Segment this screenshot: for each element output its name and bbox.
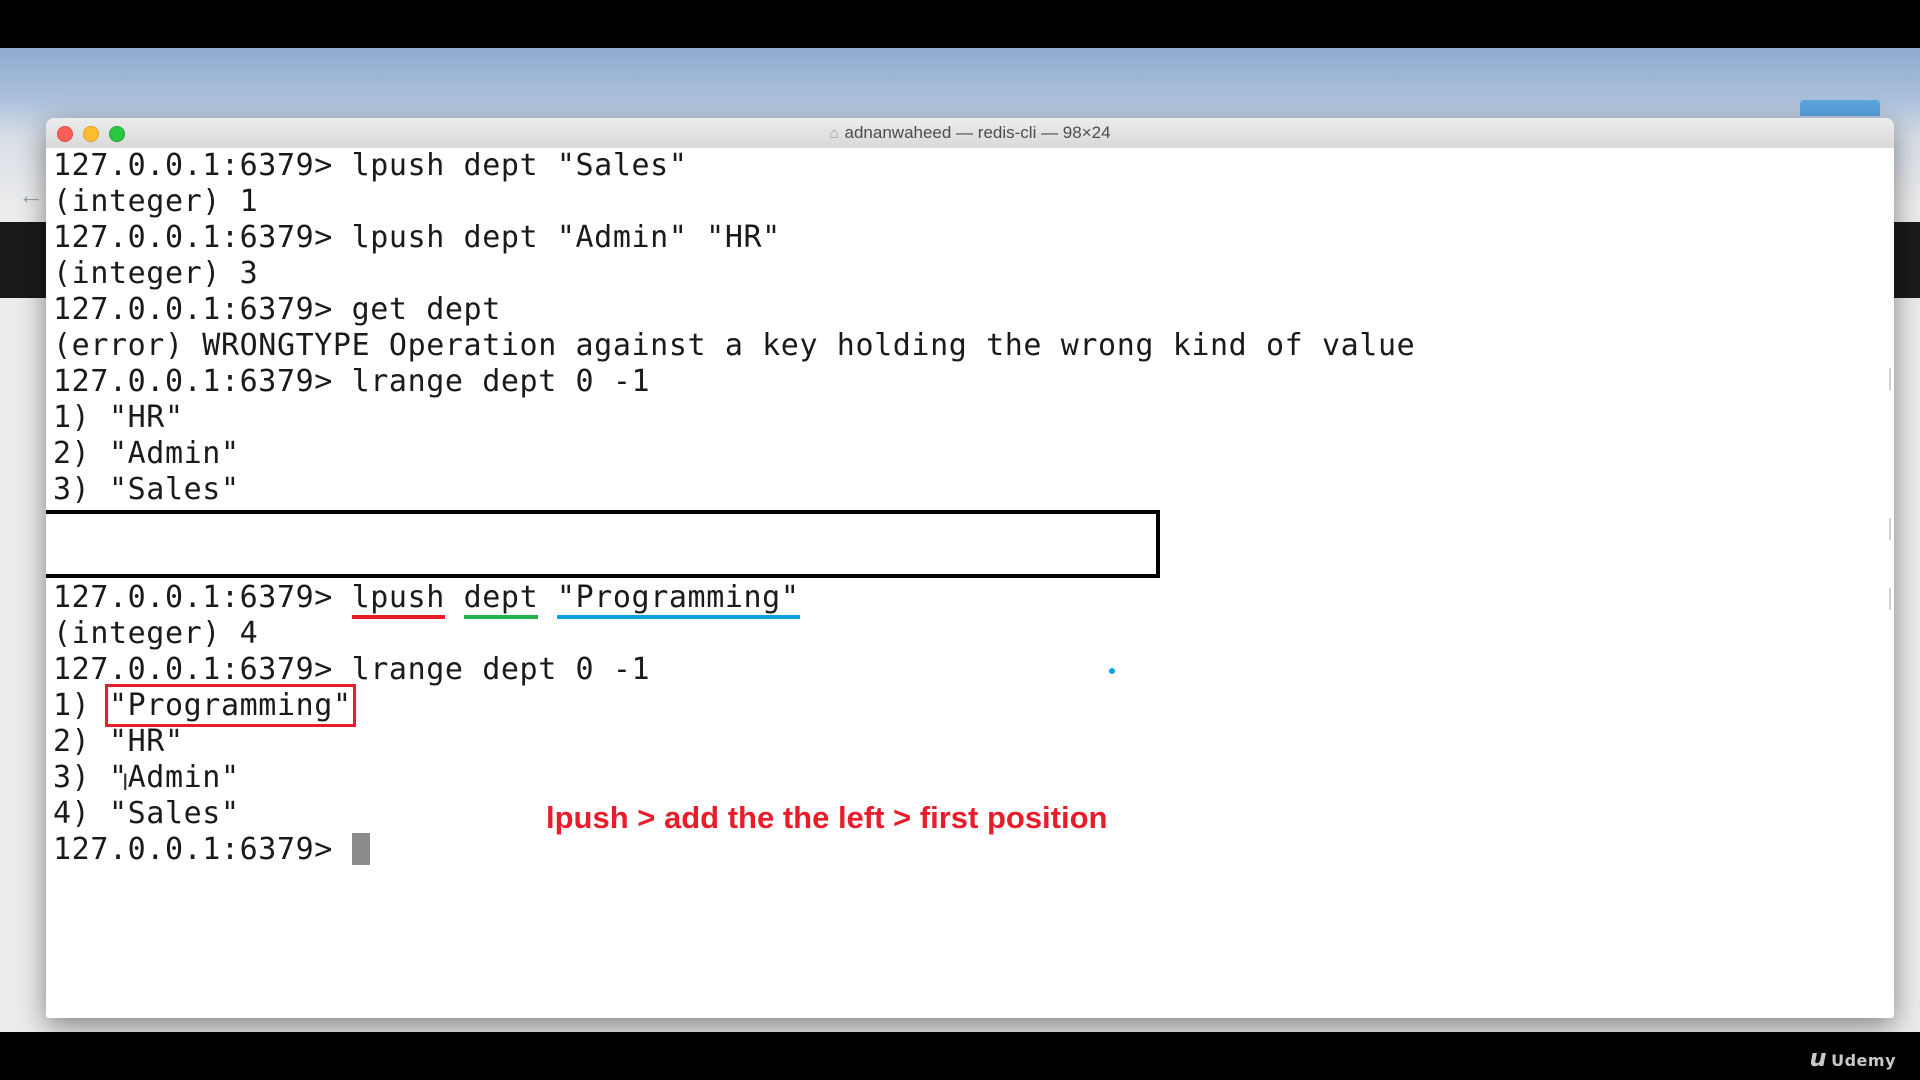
terminal-line: 127.0.0.1:6379> get dept bbox=[53, 292, 501, 327]
video-bottom-letterbox bbox=[0, 1032, 1920, 1080]
scroll-mark bbox=[1889, 588, 1891, 610]
window-title-label: adnanwaheed — redis-cli — 98×24 bbox=[844, 123, 1111, 142]
scroll-mark bbox=[1889, 518, 1891, 540]
highlighted-command-line: 127.0.0.1:6379> lpush dept "Programming" bbox=[53, 580, 800, 619]
ibeam-cursor-icon: I bbox=[122, 771, 129, 796]
text-cursor bbox=[351, 833, 370, 865]
final-prompt: 127.0.0.1:6379> bbox=[53, 832, 352, 867]
redaction-box bbox=[46, 510, 1160, 578]
terminal-line: 1) "HR" bbox=[53, 400, 184, 435]
video-top-letterbox bbox=[0, 0, 1920, 48]
terminal-line: 127.0.0.1:6379> lpush dept "Admin" "HR" bbox=[53, 220, 781, 255]
command-underlined: lpush bbox=[351, 580, 445, 619]
terminal-line: 3) "Admin" bbox=[53, 760, 240, 795]
annotation-dot bbox=[1109, 668, 1115, 674]
terminal-line: (integer) 1 bbox=[53, 184, 259, 219]
udemy-u-icon: u bbox=[1809, 1044, 1828, 1072]
terminal-line: 127.0.0.1:6379> lpush dept "Sales" bbox=[53, 148, 688, 183]
prompt-text: 127.0.0.1:6379> bbox=[53, 580, 352, 615]
udemy-logo-text: Udemy bbox=[1831, 1051, 1896, 1070]
terminal-line: 2) "Admin" bbox=[53, 436, 240, 471]
terminal-prompt-line[interactable]: 127.0.0.1:6379> bbox=[53, 832, 370, 868]
scroll-mark bbox=[1889, 368, 1891, 390]
window-title: ⌂ adnanwaheed — redis-cli — 98×24 bbox=[46, 118, 1894, 149]
back-arrow-icon: ← bbox=[18, 180, 44, 210]
title-bar[interactable]: ⌂ adnanwaheed — redis-cli — 98×24 bbox=[46, 118, 1894, 149]
terminal-line: 2) "HR" bbox=[53, 724, 184, 759]
udemy-logo: u Udemy bbox=[1810, 1044, 1897, 1072]
terminal-line: 127.0.0.1:6379> lrange dept 0 -1 bbox=[53, 652, 651, 687]
terminal-output[interactable]: 127.0.0.1:6379> lpush dept "Sales" (inte… bbox=[46, 148, 1894, 1018]
terminal-line: (integer) 3 bbox=[53, 256, 259, 291]
annotation-note: lpush > add the the left > first positio… bbox=[546, 800, 1108, 835]
key-underlined: dept bbox=[463, 580, 539, 619]
value-underlined: "Programming" bbox=[556, 580, 800, 619]
terminal-line: 4) "Sales" bbox=[53, 796, 240, 831]
result-index: 1) bbox=[53, 688, 109, 723]
result-first-line: 1) "Programming" bbox=[53, 684, 356, 727]
folder-icon bbox=[1800, 100, 1880, 116]
terminal-window[interactable]: ⌂ adnanwaheed — redis-cli — 98×24 127.0.0… bbox=[46, 118, 1894, 1018]
terminal-line: 3) "Sales" bbox=[53, 472, 240, 507]
highlighted-result: "Programming" bbox=[105, 684, 356, 727]
terminal-line: (integer) 4 bbox=[53, 616, 259, 651]
terminal-line: (error) WRONGTYPE Operation against a ke… bbox=[53, 328, 1416, 363]
terminal-line: 127.0.0.1:6379> lrange dept 0 -1 bbox=[53, 364, 651, 399]
home-icon: ⌂ bbox=[829, 125, 839, 142]
